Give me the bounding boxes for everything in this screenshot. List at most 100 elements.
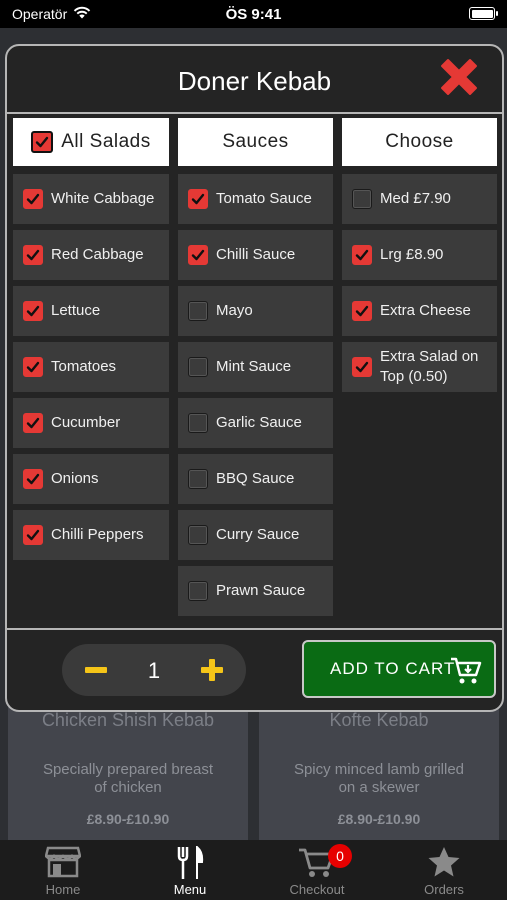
salad-checkbox[interactable] [23, 469, 43, 489]
salad-checkbox[interactable] [23, 357, 43, 377]
sauce-checkbox[interactable] [188, 189, 208, 209]
menu-card-description: Spicy minced lamb grilled on a skewer [293, 761, 465, 796]
choose-option[interactable]: Lrg £8.90 [342, 230, 497, 280]
add-cart-icon [451, 657, 482, 684]
sauce-checkbox[interactable] [188, 245, 208, 265]
salad-option-label: White Cabbage [51, 190, 155, 207]
sauce-checkbox[interactable] [188, 525, 208, 545]
tab-label: Home [45, 882, 81, 897]
salad-option[interactable]: Lettuce [13, 286, 169, 336]
status-left: Operatör [12, 6, 91, 22]
choose-checkbox[interactable] [352, 357, 372, 377]
choose-option[interactable]: Extra Cheese [342, 286, 497, 336]
salad-option[interactable]: Red Cabbage [13, 230, 169, 280]
menu-card-price: £8.90-£10.90 [337, 811, 421, 827]
sauce-checkbox[interactable] [188, 469, 208, 489]
modal-title: Doner Kebab [177, 66, 332, 96]
sauce-checkbox[interactable] [188, 357, 208, 377]
choose-checkbox[interactable] [352, 189, 372, 209]
sauce-option[interactable]: Prawn Sauce [178, 566, 333, 616]
wifi-icon [73, 6, 91, 22]
all-salads-label: All Salads [61, 131, 151, 152]
sauce-option-label: Chilli Sauce [216, 246, 296, 263]
add-to-cart-button[interactable]: ADD TO CART [302, 640, 496, 698]
modal-footer: 1 ADD TO CART [7, 628, 502, 710]
choose-option-label: Extra Cheese [380, 302, 471, 319]
sauce-option-label: Curry Sauce [216, 526, 300, 543]
salad-checkbox[interactable] [23, 189, 43, 209]
sauce-option[interactable]: Chilli Sauce [178, 230, 333, 280]
salad-option-label: Lettuce [51, 302, 101, 319]
sauce-option[interactable]: Curry Sauce [178, 510, 333, 560]
choose-header: Choose [342, 118, 497, 166]
salad-option-label: Red Cabbage [51, 246, 144, 263]
fork-knife-icon [177, 846, 204, 879]
sauce-option[interactable]: Mint Sauce [178, 342, 333, 392]
choose-option[interactable]: Med £7.90 [342, 174, 497, 224]
status-bar: Operatör ÖS 9:41 [0, 0, 507, 28]
choose-checkbox[interactable] [352, 301, 372, 321]
salad-option[interactable]: White Cabbage [13, 174, 169, 224]
salad-option-label: Chilli Peppers [51, 526, 144, 543]
increase-quantity-button[interactable] [196, 654, 228, 686]
tab-label: Menu [173, 882, 207, 897]
tab-label: Checkout [289, 882, 345, 897]
choose-option[interactable]: Extra Salad on Top (0.50) [342, 342, 497, 392]
salad-option[interactable]: Chilli Peppers [13, 510, 169, 560]
sauces-header: Sauces [178, 118, 333, 166]
menu-card-chicken-shish[interactable]: Chicken Shish Kebab Specially prepared b… [8, 706, 248, 840]
carrier-label: Operatör [12, 6, 68, 22]
star-icon [428, 847, 460, 877]
tab-label: Orders [424, 882, 464, 897]
battery-icon [469, 7, 498, 20]
product-options-modal: Doner Kebab All Salads Sauces Choose Whi… [5, 44, 504, 712]
menu-card-description: Specially prepared breast of chicken [42, 761, 214, 796]
add-to-cart-label: ADD TO CART [330, 659, 456, 678]
tab-checkout[interactable]: 0 Checkout [254, 840, 380, 900]
all-salads-toggle[interactable]: All Salads [13, 118, 169, 166]
sauce-option-label: BBQ Sauce [216, 470, 295, 487]
sauce-option-label: Tomato Sauce [216, 190, 312, 207]
tab-home[interactable]: Home [0, 840, 126, 900]
salad-option[interactable]: Cucumber [13, 398, 169, 448]
choose-option-label: Lrg £8.90 [380, 246, 444, 263]
close-button[interactable] [436, 54, 482, 100]
salad-checkbox[interactable] [23, 245, 43, 265]
salad-option-label: Cucumber [51, 414, 121, 431]
plus-icon [201, 659, 223, 681]
salad-option-label: Tomatoes [51, 358, 117, 375]
sauce-checkbox[interactable] [188, 581, 208, 601]
menu-card-kofte[interactable]: Kofte Kebab Spicy minced lamb grilled on… [259, 706, 499, 840]
salad-checkbox[interactable] [23, 301, 43, 321]
salad-option-label: Onions [51, 470, 99, 487]
sauce-option-label: Garlic Sauce [216, 414, 302, 431]
quantity-stepper: 1 [62, 644, 246, 696]
salad-checkbox[interactable] [23, 413, 43, 433]
salad-option[interactable]: Onions [13, 454, 169, 504]
choose-option-label: Med £7.90 [380, 190, 451, 207]
sauce-option[interactable]: Tomato Sauce [178, 174, 333, 224]
menu-card-title: Chicken Shish Kebab [41, 710, 215, 730]
sauce-option[interactable]: Garlic Sauce [178, 398, 333, 448]
sauce-checkbox[interactable] [188, 413, 208, 433]
salad-option[interactable]: Tomatoes [13, 342, 169, 392]
choose-option-label: Extra Salad on Top (0.50) [380, 348, 479, 385]
menu-card-title: Kofte Kebab [329, 710, 429, 730]
tab-bar: Home Menu 0 Checkout Orders [0, 840, 507, 900]
salad-checkbox[interactable] [23, 525, 43, 545]
modal-header: Doner Kebab [7, 46, 502, 114]
sauce-option[interactable]: BBQ Sauce [178, 454, 333, 504]
sauce-checkbox[interactable] [188, 301, 208, 321]
menu-card-price: £8.90-£10.90 [86, 811, 170, 827]
tab-orders[interactable]: Orders [381, 840, 507, 900]
sauce-option[interactable]: Mayo [178, 286, 333, 336]
close-icon [441, 59, 477, 95]
tab-menu[interactable]: Menu [127, 840, 253, 900]
cart-count-badge: 0 [328, 844, 352, 868]
store-icon [45, 846, 81, 878]
sauce-option-label: Prawn Sauce [216, 582, 306, 599]
sauce-option-label: Mint Sauce [216, 358, 292, 375]
sauce-option-label: Mayo [216, 302, 253, 319]
choose-checkbox[interactable] [352, 245, 372, 265]
all-salads-checkbox[interactable] [31, 131, 54, 153]
